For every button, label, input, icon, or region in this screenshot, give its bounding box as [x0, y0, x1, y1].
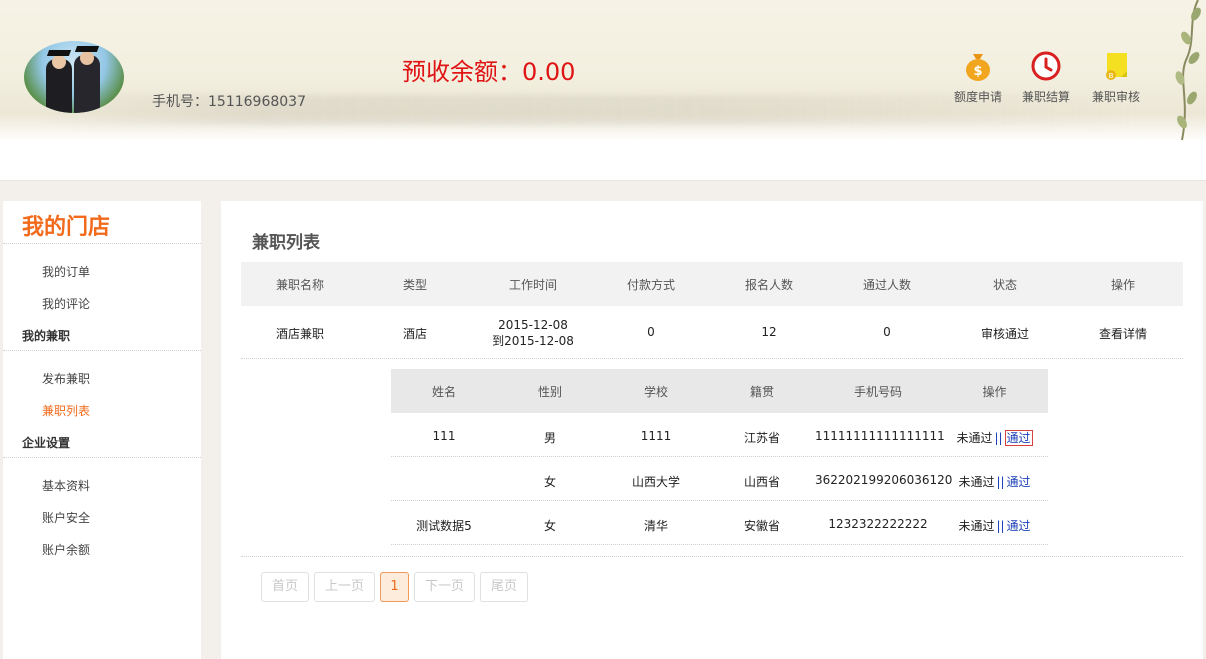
divider [3, 243, 201, 244]
status-badge: 审核通过 [980, 327, 1029, 341]
sidebar-title: 我的门店 [22, 215, 111, 240]
applicant-origin: 江苏省 [743, 431, 780, 445]
next-page-button[interactable]: 下一页 [414, 572, 475, 602]
divider [3, 350, 201, 351]
job-type: 酒店 [402, 327, 427, 341]
sidebar-group-my-jobs: 我的兼职 [22, 329, 71, 343]
sidebar-group-company-settings: 企业设置 [22, 436, 71, 450]
divider [3, 457, 201, 458]
approve-link[interactable]: 通过 [1007, 475, 1031, 489]
column-header: 报名人数 [744, 278, 793, 292]
quota-apply-button[interactable]: $ 额度申请 [948, 50, 1008, 105]
applicant-actions: 未通过 || 通过 [941, 473, 1048, 490]
column-header: 操作 [1110, 278, 1135, 292]
svg-text:B: B [1109, 72, 1114, 80]
clock-icon [1031, 51, 1061, 81]
sidebar-item-job-list[interactable]: 兼职列表 [42, 402, 90, 419]
view-details-link-text[interactable]: 查看详情 [1099, 327, 1147, 341]
applicant-actions: 未通过 || 通过 [941, 429, 1048, 446]
table-row: 酒店兼职 酒店 2015-12-08 到2015-12-08 0 12 0 审核… [241, 306, 1183, 359]
column-header: 学校 [643, 385, 668, 399]
settlement-button[interactable]: 兼职结算 [1016, 50, 1076, 105]
sidebar-item-basic-info[interactable]: 基本资料 [42, 477, 90, 494]
column-header: 兼职名称 [275, 278, 324, 292]
money-bag-icon: $ [966, 54, 990, 81]
page-title: 兼职列表 [252, 233, 320, 253]
applicant-phone: 1232322222222 [828, 517, 928, 531]
sidebar-item-my-reviews[interactable]: 我的评论 [42, 295, 90, 312]
applicant-actions: 未通过 || 通过 [941, 517, 1048, 534]
applicant-phone: 11111111111111111 [815, 429, 945, 443]
current-page-button[interactable]: 1 [380, 572, 409, 602]
table-row: 测试数据5 女 清华 安徽省 1232322222222 未通过 || 通过 [391, 501, 1048, 545]
column-header: 手机号码 [853, 385, 902, 399]
review-button[interactable]: B 兼职审核 [1086, 50, 1146, 105]
sidebar-item-post-job[interactable]: 发布兼职 [42, 370, 90, 387]
column-header: 通过人数 [862, 278, 911, 292]
settlement-label: 兼职结算 [1021, 90, 1070, 104]
header: 手机号：15116968037 预收余额：0.00 $ 额度申请 兼职结算 B … [0, 0, 1206, 181]
column-header: 工作时间 [508, 278, 557, 292]
reject-link[interactable]: 未通过 [958, 519, 994, 533]
column-header: 状态 [992, 278, 1017, 292]
applicant-school: 清华 [643, 519, 668, 533]
applicant-phone: 362202199206036120 [815, 473, 953, 487]
action-separator: || [994, 431, 1003, 445]
approve-link[interactable]: 通过 [1007, 519, 1031, 533]
phone-number: 手机号：15116968037 [152, 94, 306, 110]
reject-link[interactable]: 未通过 [956, 431, 992, 445]
job-name: 酒店兼职 [275, 327, 324, 341]
applicant-school: 1111 [640, 429, 672, 443]
review-label: 兼职审核 [1091, 90, 1140, 104]
approve-link[interactable]: 通过 [1004, 430, 1033, 446]
sticky-note-icon: B [1106, 53, 1127, 80]
table-row: 111 男 1111 江苏省 11111111111111111 未通过 || 通过 [391, 413, 1048, 457]
first-page-button[interactable]: 首页 [261, 572, 309, 602]
svg-text:$: $ [973, 64, 982, 79]
table-row: 女 山西大学 山西省 362202199206036120 未通过 || 通过 [391, 457, 1048, 501]
main-panel: 兼职列表 兼职名称 类型 工作时间 付款方式 报名人数 通过人数 状态 操作 酒… [221, 201, 1203, 659]
applicant-gender: 男 [543, 431, 556, 445]
vine-decoration [1175, 0, 1201, 141]
applicant-name: 测试数据5 [416, 519, 472, 533]
job-time: 2015-12-08 到2015-12-08 [471, 317, 595, 349]
column-header: 操作 [982, 385, 1007, 399]
applicant-table-header: 姓名 性别 学校 籍贯 手机号码 操作 [391, 369, 1048, 413]
applicant-origin: 山西省 [743, 475, 780, 489]
avatar[interactable] [24, 41, 124, 113]
job-time-end: 到2015-12-08 [492, 334, 574, 348]
column-header: 类型 [402, 278, 427, 292]
divider [241, 556, 1183, 557]
prev-page-button[interactable]: 上一页 [314, 572, 375, 602]
job-table-header: 兼职名称 类型 工作时间 付款方式 报名人数 通过人数 状态 操作 [241, 262, 1183, 306]
applicant-gender: 女 [543, 519, 556, 533]
quota-apply-label: 额度申请 [953, 90, 1002, 104]
sidebar-item-account-balance[interactable]: 账户余额 [42, 541, 90, 558]
prepaid-balance: 预收余额：0.00 [402, 58, 576, 86]
column-header: 性别 [537, 385, 562, 399]
job-time-start: 2015-12-08 [498, 318, 568, 332]
column-header: 付款方式 [626, 278, 675, 292]
applicant-gender: 女 [543, 475, 556, 489]
sidebar-item-my-orders[interactable]: 我的订单 [42, 263, 90, 280]
column-header: 姓名 [431, 385, 456, 399]
applicant-origin: 安徽省 [743, 519, 780, 533]
reject-link[interactable]: 未通过 [958, 475, 994, 489]
sidebar-item-account-security[interactable]: 账户安全 [42, 509, 90, 526]
applicant-name: 111 [432, 429, 456, 443]
view-details-link[interactable]: 查看详情 [1067, 325, 1179, 342]
applicant-school: 山西大学 [631, 475, 680, 489]
passed-count: 0 [883, 325, 891, 339]
column-header: 籍贯 [749, 385, 774, 399]
signup-count: 12 [761, 325, 777, 339]
action-separator: || [996, 475, 1005, 489]
payment-method: 0 [647, 325, 655, 339]
action-separator: || [996, 519, 1005, 533]
last-page-button[interactable]: 尾页 [480, 572, 528, 602]
sidebar: 我的门店 我的订单 我的评论 我的兼职 发布兼职 兼职列表 企业设置 基本资料 … [3, 201, 201, 659]
